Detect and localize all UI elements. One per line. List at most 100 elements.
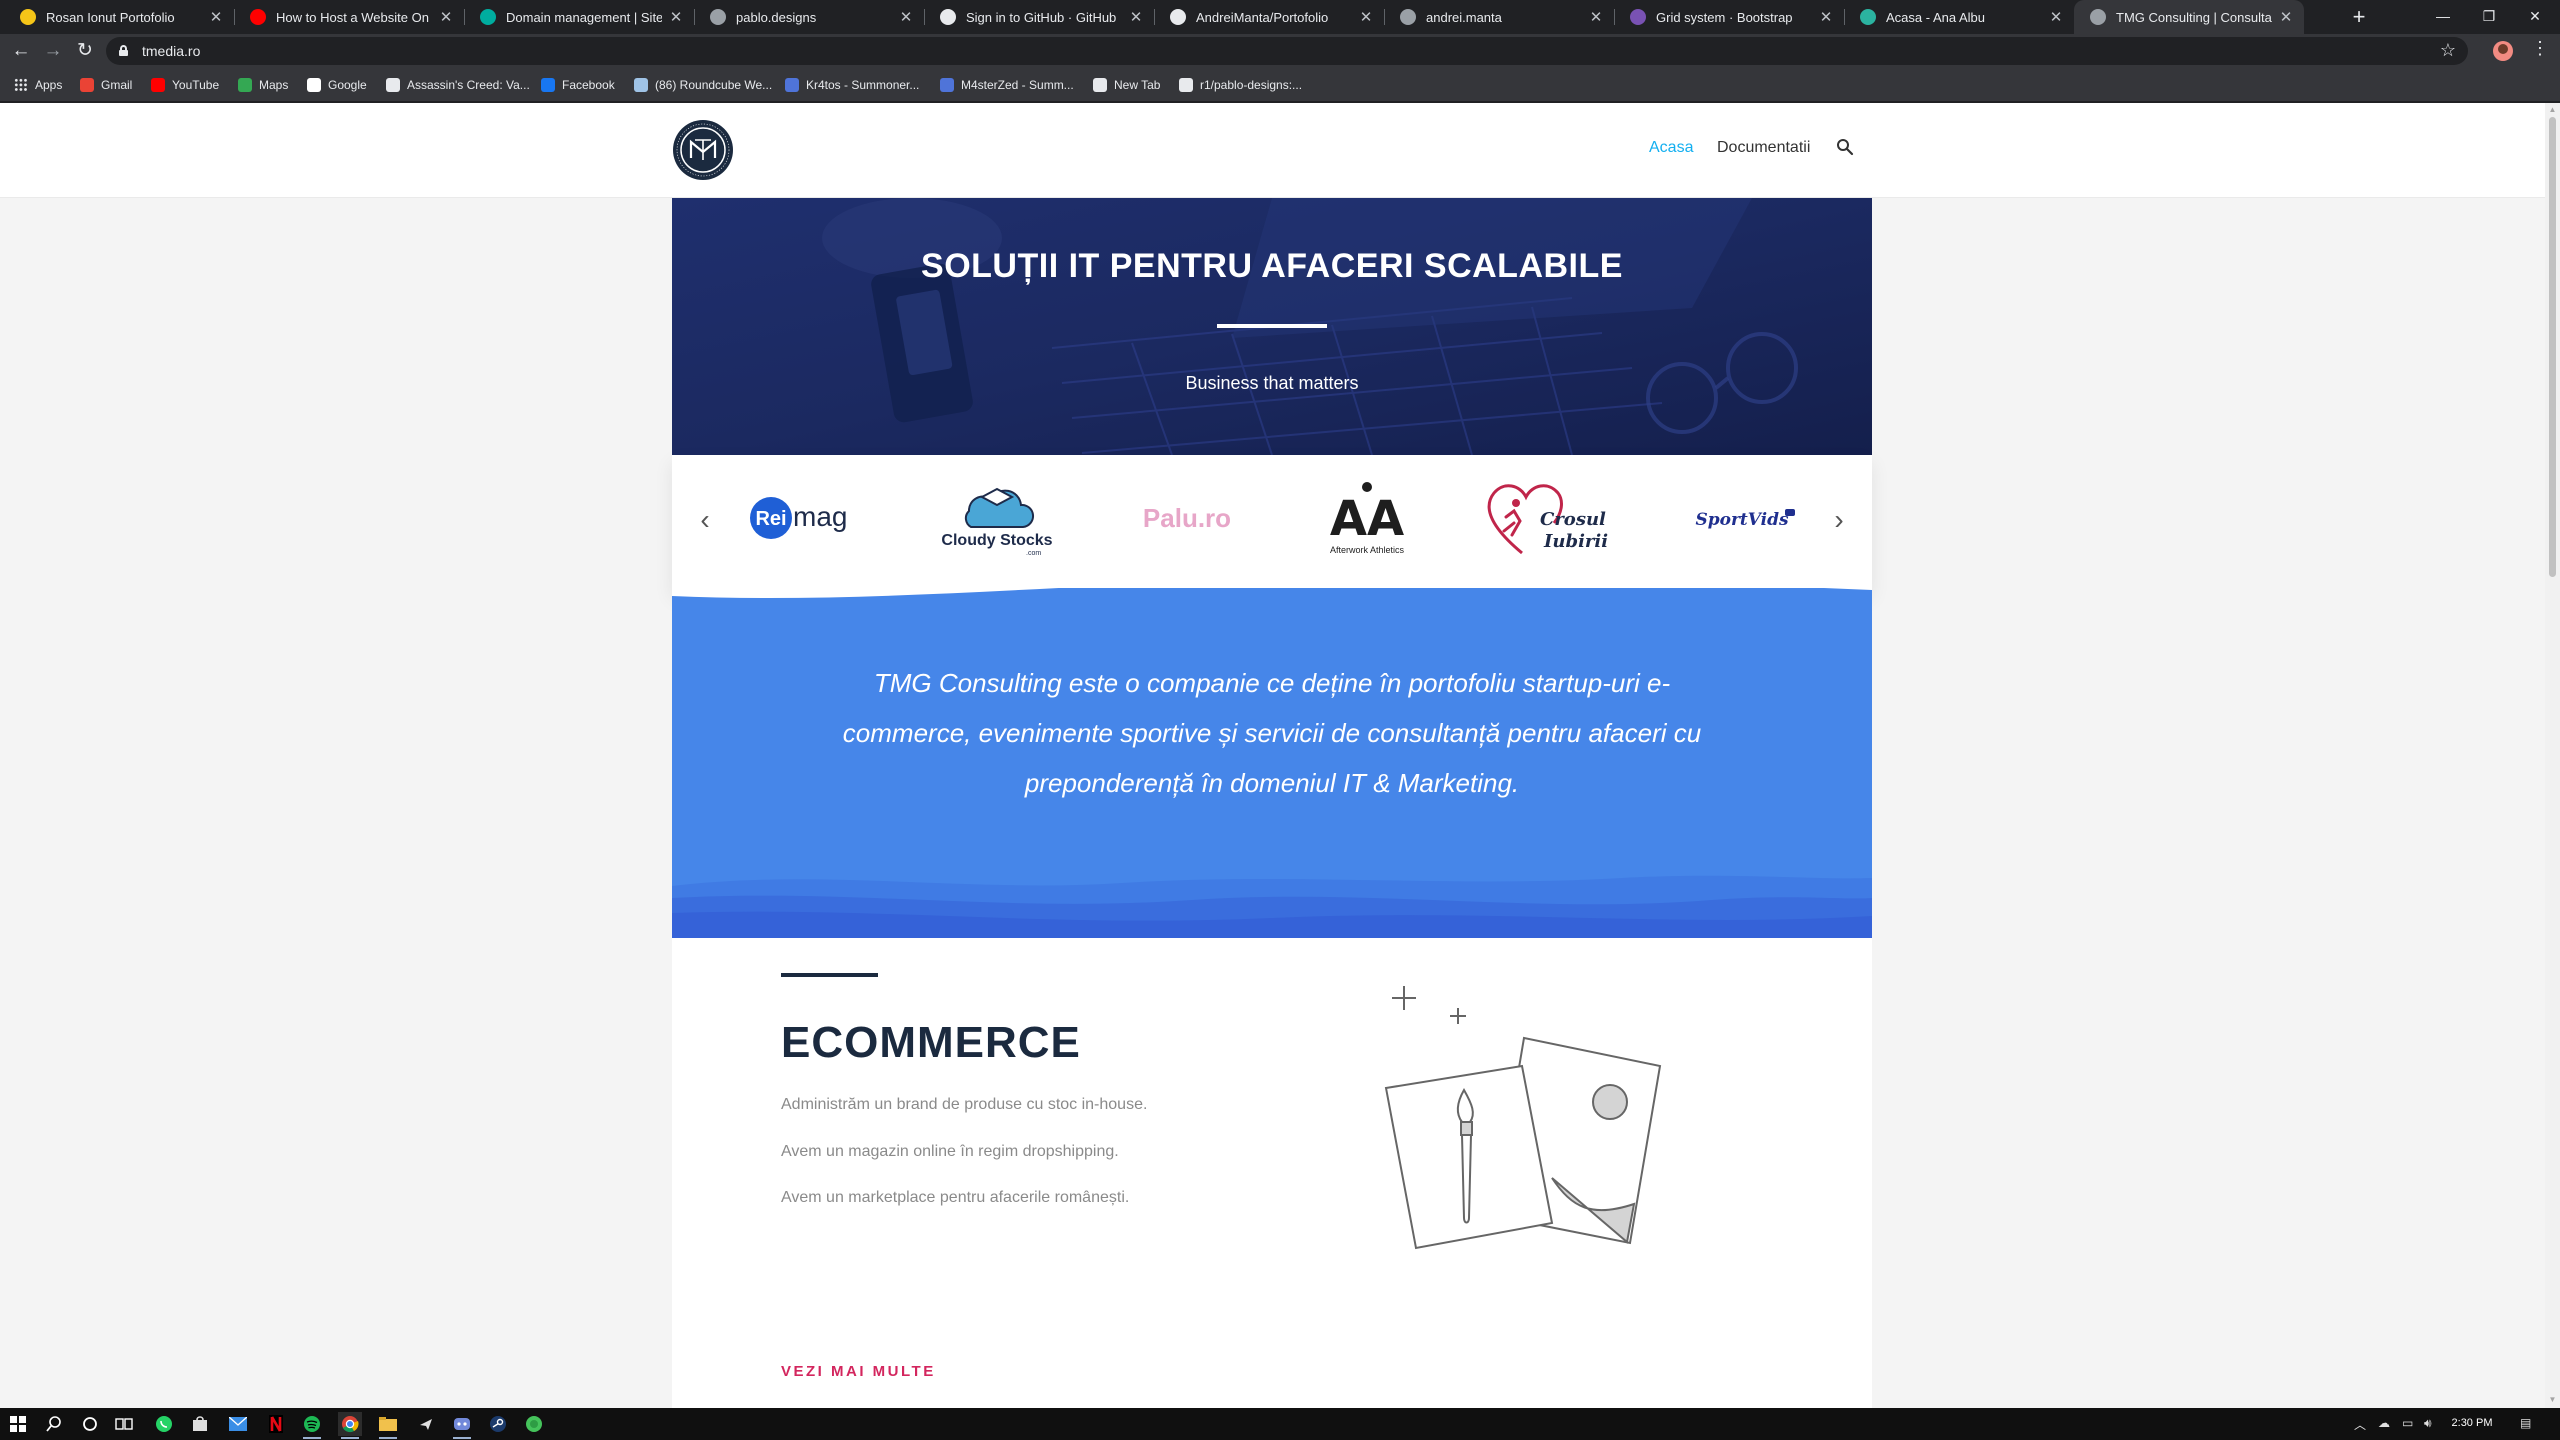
github-icon [940,9,956,25]
client-logo-palu[interactable]: Palu.ro [1112,473,1262,563]
scroll-up-arrow[interactable]: ▲ [2548,106,2557,114]
tab-active[interactable]: TMG Consulting | Consultanță IT ✕ [2074,0,2304,34]
client-logo-crosul-iubirii[interactable]: Crosul Iubirii [1482,473,1632,563]
tab-close-icon[interactable]: ✕ [1358,8,1374,26]
tab-close-icon[interactable]: ✕ [898,8,914,26]
tab-close-icon[interactable]: ✕ [1818,8,1834,26]
search-icon[interactable] [1836,138,1854,156]
tab-title: Acasa - Ana Albu [1886,9,1986,25]
reload-button[interactable]: ↻ [72,38,98,64]
nav-link-acasa[interactable]: Acasa [1649,139,1693,157]
bookmark-item[interactable]: Assassin's Creed: Va... [386,68,530,102]
bookmark-item[interactable]: Gmail [80,68,132,102]
cortana-icon[interactable] [78,1412,102,1436]
client-logo-reimag[interactable]: Rei mag [742,473,892,563]
bookmark-item[interactable]: (86) Roundcube We... [634,68,772,102]
bookmark-item[interactable]: M4sterZed - Summ... [940,68,1074,102]
tab[interactable]: pablo.designs ✕ [694,0,924,34]
back-button[interactable]: ← [8,38,34,64]
tab[interactable]: Grid system · Bootstrap ✕ [1614,0,1844,34]
bookmark-item[interactable]: Google [307,68,367,102]
browser-toolbar: ← → ↻ tmedia.ro ☆ ⋮ [0,34,2560,68]
bookmark-item[interactable]: Maps [238,68,288,102]
tab-close-icon[interactable]: ✕ [208,8,224,26]
svg-text:Rei: Rei [755,508,786,530]
profile-avatar[interactable] [2493,41,2513,61]
url-text[interactable]: tmedia.ro [142,43,200,59]
new-tab-button[interactable]: + [2346,4,2372,30]
minimize-button[interactable]: — [2420,0,2466,34]
client-logo-afterwork-athletics[interactable]: AA Afterwork Athletics [1292,473,1442,563]
tab[interactable]: Sign in to GitHub · GitHub ✕ [924,0,1154,34]
lock-icon[interactable] [119,45,128,56]
browser-menu-icon[interactable]: ⋮ [2530,38,2550,59]
close-window-button[interactable]: ✕ [2512,0,2558,34]
bookmark-item[interactable]: YouTube [151,68,219,102]
page-scrollbar[interactable]: ▲ ▼ [2545,103,2560,1408]
mail-icon[interactable] [226,1412,250,1436]
tab[interactable]: How to Host a Website On Github ✕ [234,0,464,34]
whatsapp-icon[interactable] [152,1412,176,1436]
bookmark-label: Facebook [562,78,615,92]
scroll-down-arrow[interactable]: ▼ [2548,1396,2557,1404]
plane-icon[interactable] [414,1412,438,1436]
task-view-icon[interactable] [112,1412,136,1436]
ecommerce-heading: ECOMMERCE [781,1018,1081,1067]
file-explorer-icon[interactable] [376,1412,400,1439]
tab[interactable]: Rosan Ionut Portofolio ✕ [4,0,234,34]
tab[interactable]: Domain management | Site settings ✕ [464,0,694,34]
store-icon[interactable] [188,1412,212,1436]
client-logo-cloudy-stocks[interactable]: Cloudy Stocks .com [922,473,1072,563]
hero-subtitle: Business that matters [1185,373,1359,393]
tray-chevron-icon[interactable]: ︿ [2354,1416,2366,1433]
league-icon [940,78,954,92]
tab-close-icon[interactable]: ✕ [2278,8,2294,26]
ecommerce-see-more-link[interactable]: VEZI MAI MULTE [781,1363,936,1380]
bookmark-star-icon[interactable]: ☆ [2440,40,2456,61]
bookmark-item[interactable]: r1/pablo-designs:... [1179,68,1302,102]
taskbar-clock[interactable]: 2:30 PM [2442,1417,2502,1429]
tmg-logo[interactable] [671,118,735,182]
scrollbar-thumb[interactable] [2549,117,2556,577]
bookmark-item[interactable]: New Tab [1093,68,1160,102]
tab[interactable]: Acasa - Ana Albu ✕ [1844,0,2074,34]
bookmark-item[interactable]: Apps [14,68,62,102]
tab-close-icon[interactable]: ✕ [1128,8,1144,26]
tab[interactable]: andrei.manta ✕ [1384,0,1614,34]
volume-icon[interactable]: 🔊︎ [2424,1416,2432,1431]
tab[interactable]: AndreiManta/Portofolio ✕ [1154,0,1384,34]
notification-center-icon[interactable]: ▤ [2520,1416,2531,1430]
discord-icon[interactable] [450,1412,474,1439]
tab-close-icon[interactable]: ✕ [668,8,684,26]
bootstrap-icon [1630,9,1646,25]
tab-close-icon[interactable]: ✕ [2048,8,2064,26]
restore-button[interactable]: ❐ [2466,0,2512,34]
site-header: Acasa Documentatii [0,103,2545,198]
nav-link-documentatii[interactable]: Documentatii [1717,139,1810,157]
svg-text:Palu.ro: Palu.ro [1143,503,1231,533]
svg-text:.com: .com [1026,550,1041,557]
carousel-prev-button[interactable]: ‹ [695,503,715,537]
address-bar[interactable]: tmedia.ro ☆ [106,37,2468,65]
bookmark-item[interactable]: Facebook [541,68,615,102]
spotify-icon[interactable] [300,1412,324,1439]
carousel-next-button[interactable]: › [1829,503,1849,537]
tab-close-icon[interactable]: ✕ [1588,8,1604,26]
bookmark-label: New Tab [1114,78,1161,92]
svg-text:Crosul: Crosul [1540,509,1606,530]
bookmark-label: M4sterZed - Summ... [961,78,1074,92]
windows-start-icon[interactable] [6,1412,30,1436]
apps-icon [14,78,28,92]
github-icon [1170,9,1186,25]
steam-icon[interactable] [486,1412,510,1436]
bookmark-item[interactable]: Kr4tos - Summoner... [785,68,919,102]
network-icon[interactable]: ▭ [2402,1416,2413,1430]
green-app-icon[interactable] [522,1412,546,1436]
chrome-icon[interactable] [338,1412,362,1439]
search-icon[interactable] [42,1412,66,1436]
tray-cloud-icon[interactable]: ☁ [2378,1416,2390,1430]
client-logo-sportvids[interactable]: SportVids [1667,473,1817,563]
forward-button[interactable]: → [40,38,66,64]
tab-close-icon[interactable]: ✕ [438,8,454,26]
netflix-icon[interactable] [264,1412,288,1436]
